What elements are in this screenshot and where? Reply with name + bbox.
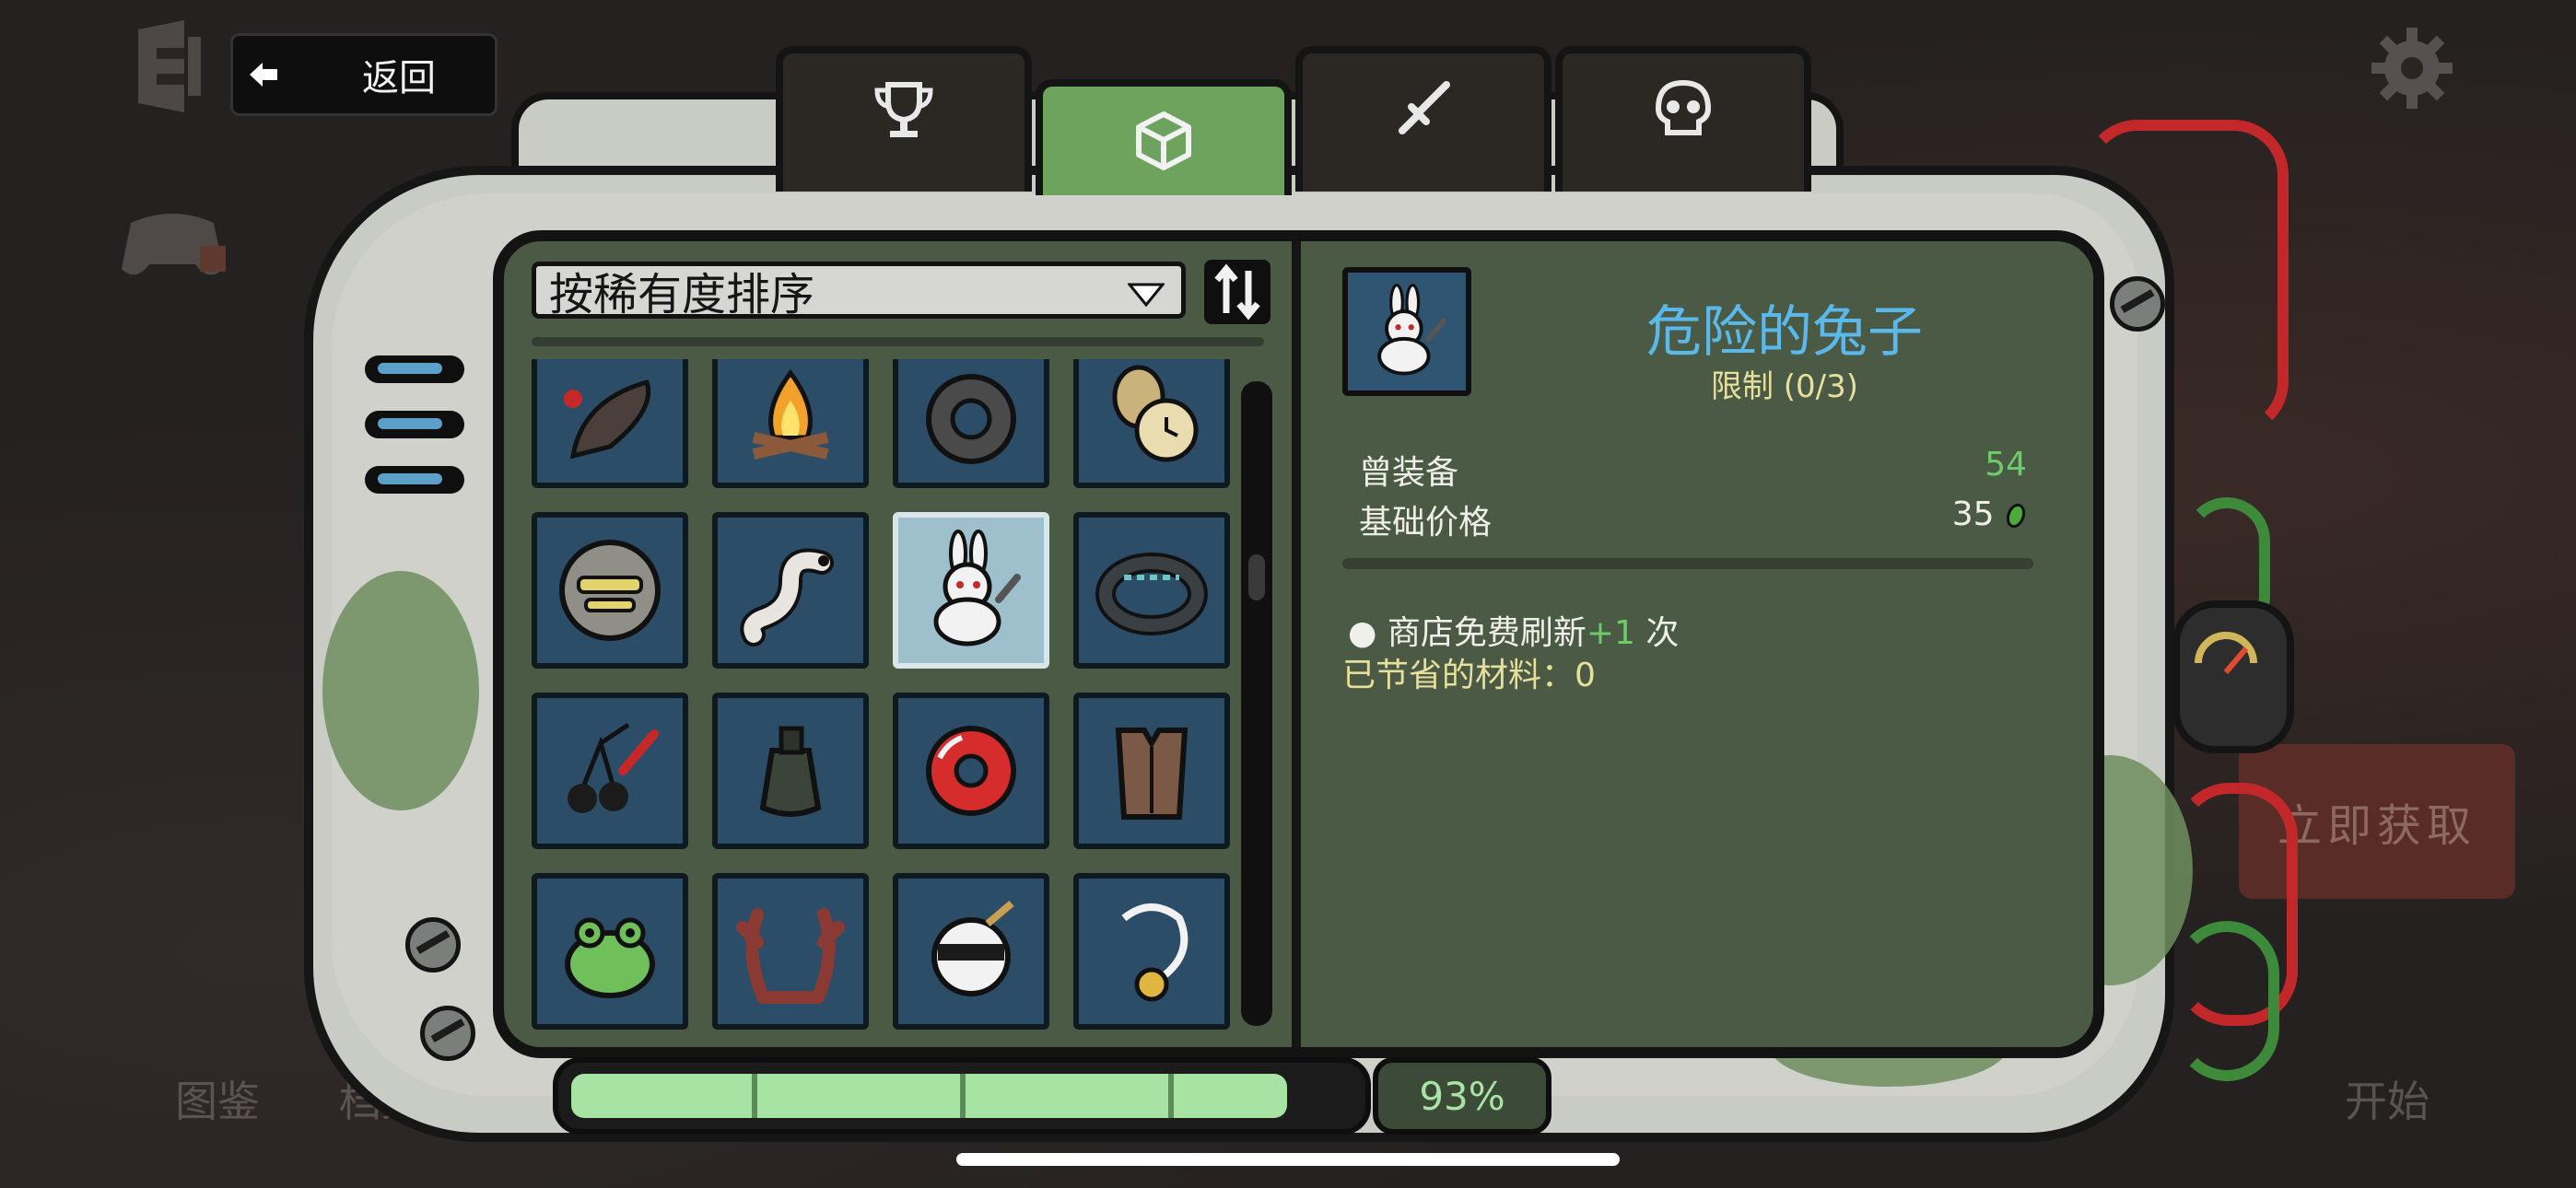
exit-door-icon[interactable] (129, 20, 206, 112)
item-cell[interactable] (1073, 873, 1230, 1030)
material-icon (2006, 503, 2026, 529)
gauge-needle-icon (2195, 632, 2257, 674)
slime-splat (322, 571, 479, 810)
sort-dropdown-label: 按稀有度排序 (549, 269, 815, 320)
item-cell[interactable] (712, 693, 869, 849)
grid-top-line (532, 337, 1264, 346)
item-cell[interactable] (532, 873, 688, 1030)
knight-helmet-icon (559, 540, 661, 641)
item-cell[interactable] (532, 512, 688, 669)
side-vent (365, 355, 464, 383)
red-donut-icon (926, 726, 1016, 816)
collection-progress-bar (553, 1057, 1371, 1135)
stat-label: 基础价格 (1359, 504, 1493, 542)
dangerous-bunny-icon (933, 530, 1021, 646)
screw (405, 917, 461, 973)
chevron-down-icon (1128, 283, 1165, 307)
item-limit: 限制 (0/3) (1710, 368, 1859, 405)
tab-weapons[interactable] (1295, 46, 1551, 192)
item-cell[interactable] (1073, 512, 1230, 669)
tab-items[interactable] (1036, 79, 1292, 195)
sort-arrows-icon (1214, 263, 1260, 320)
item-grid (532, 359, 1259, 1047)
selected-item-portrait (1342, 267, 1471, 396)
worm-icon (740, 548, 834, 646)
stat-label: 曾装备 (1359, 454, 1459, 492)
bg-label-codex[interactable]: 图鉴 (175, 1068, 260, 1129)
dark-ring-icon (1095, 553, 1208, 635)
detail-separator (1342, 558, 2033, 569)
stat-value-price: 35 (1952, 495, 2027, 533)
ninja-ball-icon (931, 900, 1014, 996)
side-vent (365, 411, 464, 438)
bloody-cherries-icon (568, 722, 659, 813)
price-value: 35 (1951, 495, 1995, 533)
campfire-icon (752, 368, 829, 460)
green-cable-lower (2174, 921, 2279, 1081)
screen-divider (1292, 241, 1301, 1047)
dangerous-bunny-icon (1377, 284, 1446, 376)
controller-icon (122, 214, 226, 275)
back-button[interactable]: 返回 (230, 33, 498, 116)
cube-icon (1136, 111, 1191, 170)
saved-materials: 已节省的材料：0 (1342, 657, 1596, 694)
item-cell[interactable] (712, 359, 869, 488)
back-button-label: 返回 (362, 57, 436, 99)
stat-base-price: 基础价格 35 (1359, 495, 2027, 543)
skull-icon (1655, 79, 1712, 135)
scrollbar-track[interactable] (1241, 381, 1272, 1026)
pocket-watch-icon (1112, 365, 1199, 462)
home-indicator[interactable] (956, 1153, 1620, 1166)
grenade-pouch-icon (759, 726, 822, 817)
sword-icon (1399, 81, 1450, 134)
effect-plus: +1 (1586, 614, 1635, 652)
arrow-left-icon (250, 63, 277, 87)
item-cell-selected[interactable] (893, 512, 1049, 669)
progress-fill (571, 1074, 1287, 1118)
gear-ring-icon (926, 374, 1016, 464)
item-screen: 按稀有度排序 危险的兔子 限制 (0/3) 曾装备 54 基础价格 35 ● 商… (493, 230, 2104, 1058)
sort-dropdown[interactable]: 按稀有度排序 (532, 262, 1186, 320)
effect-line: ● 商店免费刷新+1 次 (1348, 606, 1679, 654)
severed-tail-icon (564, 379, 651, 460)
item-cell[interactable] (712, 512, 869, 669)
progress-segment (1168, 1074, 1174, 1118)
effect-suffix: 次 (1634, 614, 1680, 652)
sort-direction-button[interactable] (1204, 260, 1270, 324)
side-vent (365, 466, 464, 494)
item-cell[interactable] (893, 693, 1049, 849)
gear-icon[interactable] (2370, 26, 2454, 111)
screw (2110, 276, 2165, 332)
progress-segment (752, 1074, 757, 1118)
stat-value: 54 (1985, 446, 2027, 483)
progress-percent: 93% (1373, 1057, 1551, 1135)
item-cell[interactable] (1073, 693, 1230, 849)
item-cell[interactable] (893, 873, 1049, 1030)
gold-pendant-icon (1121, 903, 1188, 1002)
item-cell[interactable] (893, 359, 1049, 488)
item-name: 危险的兔子 (1646, 300, 1923, 365)
item-cell[interactable] (712, 873, 869, 1030)
stat-times-equipped: 曾装备 54 (1359, 446, 2027, 494)
scrollbar-thumb[interactable] (1248, 554, 1265, 600)
trophy-icon (874, 82, 933, 137)
leather-vest-icon (1115, 728, 1188, 820)
effect-text: ● 商店免费刷新 (1348, 614, 1587, 652)
antlers-icon (736, 908, 845, 1004)
item-cell[interactable] (532, 359, 688, 488)
screw (420, 1006, 475, 1061)
progress-segment (960, 1074, 966, 1118)
bg-label-start[interactable]: 开始 (2345, 1068, 2430, 1129)
item-cell[interactable] (532, 693, 688, 849)
gauge-dial (2172, 600, 2294, 753)
tab-achievements[interactable] (776, 46, 1032, 192)
frog-icon (565, 917, 655, 998)
item-cell[interactable] (1073, 359, 1230, 488)
tab-characters[interactable] (1555, 46, 1811, 192)
